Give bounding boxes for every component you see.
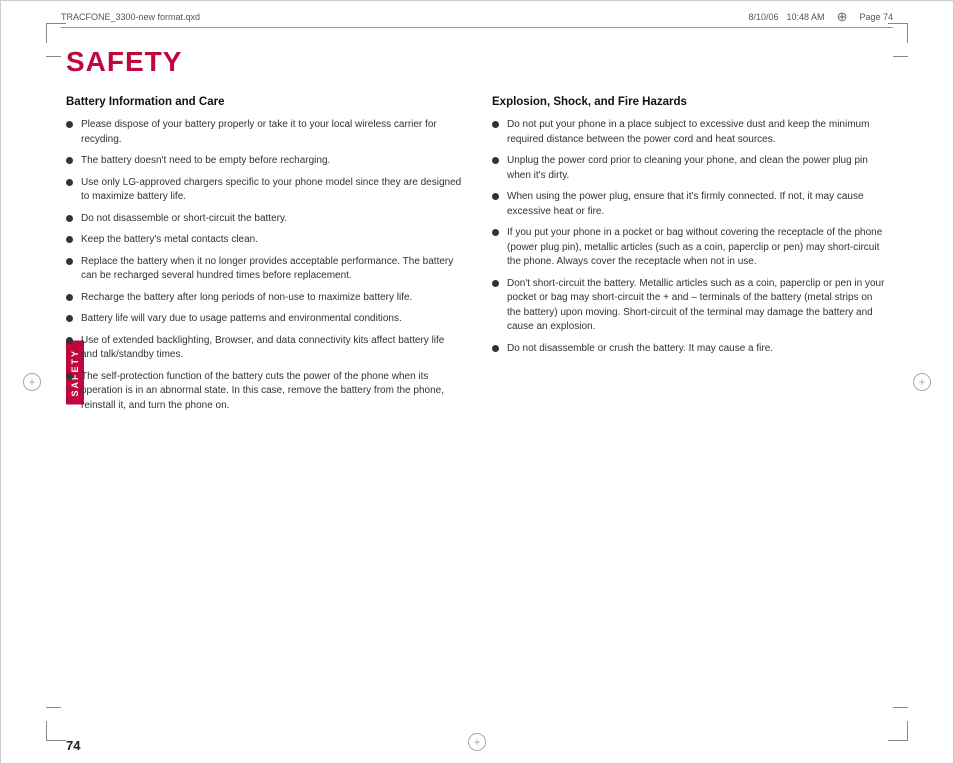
list-item: Battery life will vary due to usage patt… xyxy=(66,312,462,327)
header-date: 8/10/06 xyxy=(749,12,779,22)
header-bar: TRACFONE_3300-new format.qxd 8/10/06 10:… xyxy=(61,9,893,28)
bullet-dot xyxy=(66,294,73,301)
list-item-text: Keep the battery's metal contacts clean. xyxy=(81,233,258,248)
right-column-heading: Explosion, Shock, and Fire Hazards xyxy=(492,96,888,108)
bullet-dot xyxy=(492,121,499,128)
list-item: Please dispose of your battery properly … xyxy=(66,118,462,147)
bullet-dot xyxy=(66,258,73,265)
list-item: When using the power plug, ensure that i… xyxy=(492,190,888,219)
list-item-text: If you put your phone in a pocket or bag… xyxy=(507,226,888,270)
list-item: Recharge the battery after long periods … xyxy=(66,291,462,306)
list-item: Use of extended backlighting, Browser, a… xyxy=(66,334,462,363)
bullet-dot xyxy=(66,315,73,322)
header-filename: TRACFONE_3300-new format.qxd xyxy=(61,12,741,22)
side-mark-lt xyxy=(46,56,61,57)
bullet-dot xyxy=(66,337,73,344)
reg-mark-header: ⊕ xyxy=(837,9,848,25)
bullet-dot xyxy=(492,345,499,352)
right-bullet-list: Do not put your phone in a place subject… xyxy=(492,118,888,356)
side-mark-rt xyxy=(893,56,908,57)
list-item: Unplug the power cord prior to cleaning … xyxy=(492,154,888,183)
side-mark-lb xyxy=(46,707,61,708)
list-item: Do not put your phone in a place subject… xyxy=(492,118,888,147)
list-item: Replace the battery when it no longer pr… xyxy=(66,255,462,284)
list-item: Don't short-circuit the battery. Metalli… xyxy=(492,277,888,335)
list-item: Keep the battery's metal contacts clean. xyxy=(66,233,462,248)
corner-mark-bl-v xyxy=(46,721,47,741)
page-title: SAFETY xyxy=(66,46,888,78)
reg-mark-right: + xyxy=(913,373,931,391)
page-number: 74 xyxy=(66,738,80,753)
corner-mark-tl-v xyxy=(46,23,47,43)
columns-container: Battery Information and Care Please disp… xyxy=(66,96,888,420)
list-item-text: The self-protection function of the batt… xyxy=(81,370,462,414)
list-item-text: Please dispose of your battery properly … xyxy=(81,118,462,147)
list-item-text: Do not disassemble or crush the battery.… xyxy=(507,342,773,357)
list-item-text: The battery doesn't need to be empty bef… xyxy=(81,154,330,169)
list-item-text: Recharge the battery after long periods … xyxy=(81,291,412,306)
bullet-dot xyxy=(492,229,499,236)
list-item: Do not disassemble or short-circuit the … xyxy=(66,212,462,227)
header-page: Page 74 xyxy=(859,12,893,22)
corner-mark-bl xyxy=(46,740,66,741)
bullet-dot xyxy=(66,236,73,243)
corner-mark-br-v xyxy=(907,721,908,741)
list-item-text: Battery life will vary due to usage patt… xyxy=(81,312,402,327)
list-item-text: Don't short-circuit the battery. Metalli… xyxy=(507,277,888,335)
bullet-dot xyxy=(66,179,73,186)
reg-mark-left: + xyxy=(23,373,41,391)
right-column: Explosion, Shock, and Fire Hazards Do no… xyxy=(492,96,888,420)
side-mark-rb xyxy=(893,707,908,708)
bullet-dot xyxy=(66,215,73,222)
left-column-heading: Battery Information and Care xyxy=(66,96,462,108)
content-area: SAFETY Battery Information and Care Plea… xyxy=(66,36,888,728)
corner-mark-br xyxy=(888,740,908,741)
list-item-text: Do not put your phone in a place subject… xyxy=(507,118,888,147)
bullet-dot xyxy=(66,157,73,164)
bullet-dot xyxy=(492,280,499,287)
header-time: 10:48 AM xyxy=(787,12,825,22)
list-item: Do not disassemble or crush the battery.… xyxy=(492,342,888,357)
list-item-text: When using the power plug, ensure that i… xyxy=(507,190,888,219)
list-item-text: Do not disassemble or short-circuit the … xyxy=(81,212,287,227)
list-item: If you put your phone in a pocket or bag… xyxy=(492,226,888,270)
list-item: The self-protection function of the batt… xyxy=(66,370,462,414)
list-item-text: Use only LG-approved chargers specific t… xyxy=(81,176,462,205)
reg-mark-bottom: + xyxy=(468,733,486,751)
bullet-dot xyxy=(492,157,499,164)
left-bullet-list: Please dispose of your battery properly … xyxy=(66,118,462,413)
list-item: The battery doesn't need to be empty bef… xyxy=(66,154,462,169)
list-item-text: Unplug the power cord prior to cleaning … xyxy=(507,154,888,183)
list-item-text: Replace the battery when it no longer pr… xyxy=(81,255,462,284)
page-container: + + + TRACFONE_3300-new format.qxd 8/10/… xyxy=(0,0,954,764)
list-item: Use only LG-approved chargers specific t… xyxy=(66,176,462,205)
bullet-dot xyxy=(66,373,73,380)
left-column: Battery Information and Care Please disp… xyxy=(66,96,462,420)
list-item-text: Use of extended backlighting, Browser, a… xyxy=(81,334,462,363)
bullet-dot xyxy=(66,121,73,128)
bullet-dot xyxy=(492,193,499,200)
corner-mark-tr-v xyxy=(907,23,908,43)
